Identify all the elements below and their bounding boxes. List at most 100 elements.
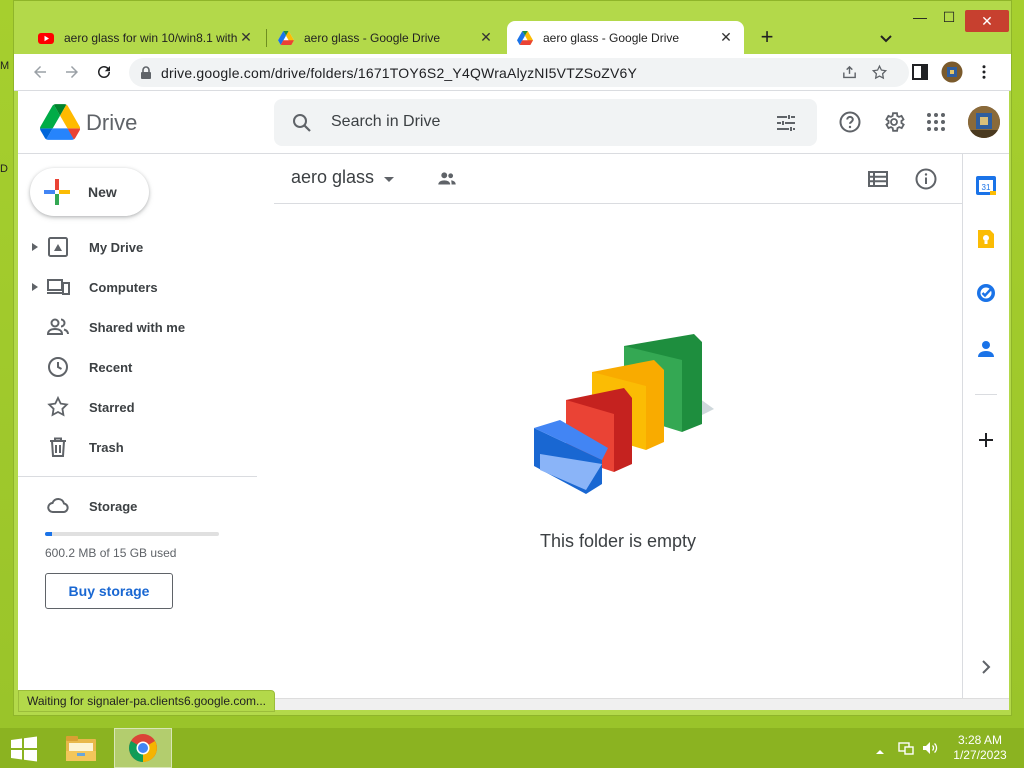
sidebar-item-shared-with-me[interactable]: Shared with me — [18, 307, 274, 347]
taskbar-chrome[interactable] — [114, 728, 172, 768]
buy-storage-button[interactable]: Buy storage — [45, 573, 173, 609]
star-icon — [47, 395, 69, 417]
tray-overflow-chevron-icon[interactable] — [874, 742, 886, 762]
chevron-right-icon[interactable] — [975, 656, 997, 678]
empty-folder-message: This folder is empty — [539, 531, 697, 551]
tab-youtube[interactable]: aero glass for win 10/win8.1 with ✕ — [28, 21, 264, 54]
system-clock[interactable]: 3:28 AM 1/27/2023 — [945, 733, 1015, 763]
forward-button[interactable] — [60, 60, 84, 84]
volume-icon[interactable] — [921, 738, 939, 758]
taskbar-file-explorer[interactable] — [52, 728, 110, 768]
help-icon[interactable] — [838, 110, 862, 134]
drive-icon — [517, 30, 533, 45]
tab-close-icon[interactable]: ✕ — [718, 29, 734, 46]
sidebar-divider — [18, 476, 257, 477]
trash-icon — [50, 437, 66, 457]
sidebar-item-label: Computers — [89, 279, 158, 295]
file-explorer-icon — [66, 736, 96, 761]
sidebar-item-recent[interactable]: Recent — [18, 347, 274, 387]
sidebar-item-computers[interactable]: Computers — [18, 267, 274, 307]
drive-logo-icon[interactable] — [40, 104, 80, 140]
tasks-icon[interactable] — [975, 282, 997, 304]
drive-icon — [278, 30, 294, 45]
url-text: drive.google.com/drive/folders/1671TOY6S… — [161, 64, 638, 81]
new-button[interactable]: New — [30, 168, 149, 216]
side-panel-icon — [912, 64, 928, 80]
sidebar-item-label: Shared with me — [89, 319, 186, 335]
reload-button[interactable] — [92, 60, 116, 84]
plus-multicolor-icon — [44, 179, 70, 205]
storage-label: Storage — [89, 498, 138, 514]
sidebar-item-storage[interactable]: Storage — [18, 486, 274, 526]
lock-icon — [141, 65, 151, 79]
get-addons-plus-icon[interactable] — [975, 429, 997, 451]
avatar-image-icon — [968, 106, 1000, 138]
storage-usage-text: 600.2 MB of 15 GB used — [45, 546, 177, 560]
desktop-edge-letter-m: M — [0, 60, 10, 72]
arrow-right-icon — [66, 66, 78, 78]
list-view-icon[interactable] — [866, 167, 890, 191]
maximize-button[interactable]: ☐ — [936, 9, 962, 29]
info-icon[interactable] — [914, 167, 938, 191]
tab-close-icon[interactable]: ✕ — [478, 29, 494, 46]
svg-text:31: 31 — [982, 183, 991, 192]
chevron-down-icon[interactable] — [874, 26, 898, 50]
tab-separator — [266, 29, 267, 47]
folder-menu-dropdown-icon[interactable] — [382, 172, 396, 186]
contacts-icon[interactable] — [975, 338, 997, 360]
tab-close-icon[interactable]: ✕ — [238, 29, 254, 46]
windows-start-icon[interactable] — [8, 736, 40, 762]
side-panel: 31 — [962, 154, 1009, 698]
sidebar-item-label: Starred — [89, 399, 135, 415]
address-bar[interactable]: drive.google.com/drive/folders/1671TOY6S… — [129, 58, 909, 87]
new-button-label: New — [88, 184, 117, 200]
account-avatar[interactable] — [968, 106, 1000, 138]
browser-window: aero glass for win 10/win8.1 with ✕ aero… — [13, 0, 1012, 716]
sidebar-item-label: Trash — [89, 439, 124, 455]
main-content: aero glass This folder is empty — [274, 154, 962, 698]
profile-button[interactable] — [940, 60, 964, 84]
window-close-button[interactable]: ✕ — [965, 10, 1009, 32]
tab-title: aero glass - Google Drive — [543, 30, 680, 45]
sidebar-item-starred[interactable]: Starred — [18, 387, 274, 427]
storage-usage-bar — [45, 532, 219, 536]
apps-grid-icon[interactable] — [924, 110, 948, 134]
chrome-menu-button[interactable] — [972, 60, 996, 84]
side-panel-button[interactable] — [908, 60, 932, 84]
drive-product-name[interactable]: Drive — [86, 110, 137, 136]
calendar-icon[interactable]: 31 — [975, 174, 997, 196]
chrome-icon — [129, 734, 157, 762]
shared-with-me-icon — [46, 318, 69, 335]
shared-folder-people-icon[interactable] — [436, 168, 458, 190]
tab-drive-active[interactable]: aero glass - Google Drive ✕ — [507, 21, 744, 54]
drive-page: Drive Search in Drive New My Drive Compu… — [18, 91, 1009, 698]
expand-arrow-icon[interactable] — [30, 242, 40, 252]
new-tab-button[interactable]: + — [754, 25, 780, 51]
youtube-icon — [38, 32, 54, 44]
search-bar[interactable]: Search in Drive — [274, 99, 817, 146]
minimize-button[interactable]: — — [907, 9, 933, 29]
sidebar-item-label: My Drive — [89, 239, 144, 255]
sidebar-item-my-drive[interactable]: My Drive — [18, 227, 274, 267]
tab-strip: aero glass for win 10/win8.1 with ✕ aero… — [14, 1, 1011, 54]
computers-icon — [47, 279, 70, 295]
expand-arrow-icon[interactable] — [30, 282, 40, 292]
back-button[interactable] — [28, 60, 52, 84]
search-options-icon[interactable] — [774, 111, 798, 135]
tab-drive-1[interactable]: aero glass - Google Drive ✕ — [268, 21, 504, 54]
search-input[interactable]: Search in Drive — [331, 113, 440, 131]
bookmark-star-icon[interactable] — [871, 64, 888, 81]
sidebar-item-trash[interactable]: Trash — [18, 427, 274, 467]
profile-avatar-icon — [941, 61, 963, 83]
clock-icon — [48, 357, 68, 377]
share-icon[interactable] — [841, 64, 858, 81]
more-vert-icon — [982, 65, 986, 79]
folder-title[interactable]: aero glass — [291, 167, 374, 188]
settings-gear-icon[interactable] — [882, 110, 906, 134]
network-icon[interactable] — [897, 738, 915, 758]
keep-icon[interactable] — [975, 228, 997, 250]
taskbar: 3:28 AM 1/27/2023 — [0, 728, 1024, 768]
search-icon[interactable] — [290, 111, 314, 135]
clock-time: 3:28 AM — [957, 733, 1003, 747]
desktop-edge-letter-d: D — [0, 163, 8, 175]
